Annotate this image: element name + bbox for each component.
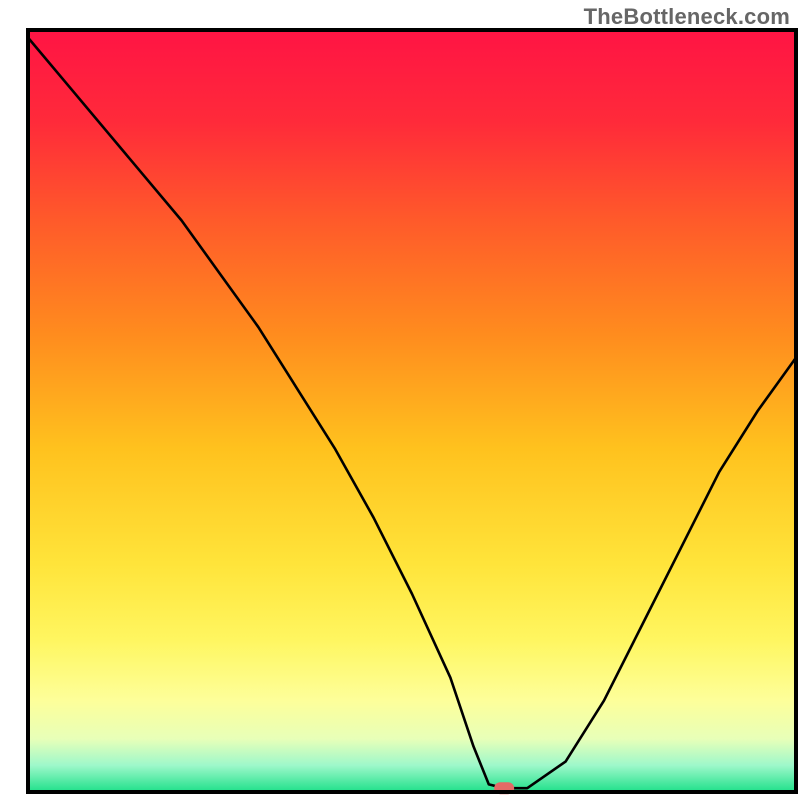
gradient-background bbox=[28, 30, 796, 792]
plot-area bbox=[28, 30, 796, 794]
watermark-text: TheBottleneck.com bbox=[584, 4, 790, 30]
bottleneck-curve-chart bbox=[0, 0, 800, 800]
chart-container: TheBottleneck.com bbox=[0, 0, 800, 800]
